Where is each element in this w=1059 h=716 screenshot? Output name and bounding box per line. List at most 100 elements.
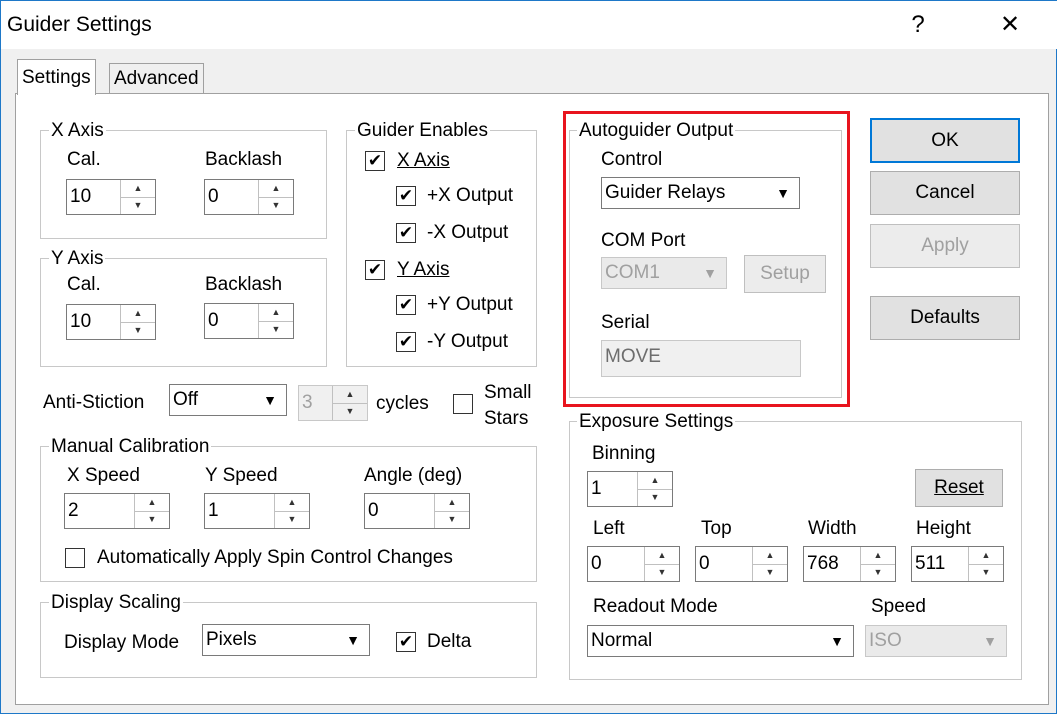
y-speed-spinner[interactable]: 1 ▲ ▼ (204, 493, 310, 529)
small-stars-checkbox[interactable] (453, 394, 473, 414)
anti-stiction-value: Off (173, 389, 198, 410)
width-value: 768 (807, 553, 839, 574)
auto-apply-checkbox[interactable] (65, 548, 85, 568)
manual-calibration-title: Manual Calibration (49, 436, 212, 457)
speed-dropdown: ISO ▼ (865, 625, 1007, 657)
x-axis-checkbox[interactable]: ✔ (365, 151, 385, 171)
spin-down-icon[interactable]: ▼ (275, 511, 309, 528)
x-speed-value: 2 (68, 500, 79, 521)
delta-checkbox[interactable]: ✔ (396, 632, 416, 652)
y-backlash-value: 0 (208, 310, 219, 331)
spin-up-icon[interactable]: ▲ (259, 304, 293, 322)
spin-down-icon[interactable]: ▼ (861, 564, 895, 581)
x-minus-output-checkbox[interactable]: ✔ (396, 223, 416, 243)
spin-down-icon: ▼ (345, 406, 355, 416)
y-axis-checkbox[interactable]: ✔ (365, 260, 385, 280)
height-label: Height (916, 518, 971, 539)
top-spinner[interactable]: 0 ▲ ▼ (695, 546, 788, 582)
spin-down-icon[interactable]: ▼ (121, 197, 155, 214)
spin-down-icon[interactable]: ▼ (638, 489, 672, 506)
x-cal-label: Cal. (67, 149, 101, 170)
y-cal-spinner[interactable]: 10 ▲ ▼ (66, 304, 156, 340)
spin-down-icon[interactable]: ▼ (259, 197, 293, 214)
spin-up-icon[interactable]: ▲ (275, 494, 309, 512)
speed-label: Speed (871, 596, 926, 617)
cycles-label: cycles (376, 393, 429, 414)
spin-up-icon[interactable]: ▲ (969, 547, 1003, 565)
spin-up-icon: ▲ (333, 386, 367, 404)
spin-down-icon[interactable]: ▼ (969, 564, 1003, 581)
tab-settings[interactable]: Settings (17, 59, 96, 95)
exposure-settings-title: Exposure Settings (577, 411, 736, 432)
display-mode-value: Pixels (206, 629, 257, 650)
spin-up-icon[interactable]: ▲ (259, 180, 293, 198)
y-cal-value: 10 (70, 311, 92, 332)
dropdown-arrow-icon[interactable]: ▼ (337, 625, 369, 655)
spin-up-icon[interactable]: ▲ (753, 547, 787, 565)
reset-button[interactable]: Reset (915, 469, 1003, 507)
binning-spinner[interactable]: 1 ▲ ▼ (587, 471, 673, 507)
spin-down-icon[interactable]: ▼ (121, 322, 155, 339)
left-spinner[interactable]: 0 ▲ ▼ (587, 546, 680, 582)
spin-down-icon[interactable]: ▼ (259, 321, 293, 338)
y-speed-label: Y Speed (205, 465, 278, 486)
spin-down-icon[interactable]: ▼ (645, 564, 679, 581)
x-backlash-value: 0 (208, 186, 219, 207)
tab-advanced[interactable]: Advanced (109, 63, 204, 94)
y-backlash-label: Backlash (205, 274, 283, 295)
spin-up-icon[interactable]: ▲ (435, 494, 469, 512)
small-stars-label-line2: Stars (484, 408, 529, 429)
highlight-box (563, 111, 850, 407)
title-bar[interactable]: Guider Settings ? ✕ (1, 1, 1058, 49)
spin-up-icon[interactable]: ▲ (121, 305, 155, 323)
y-backlash-spinner[interactable]: 0 ▲ ▼ (204, 303, 294, 339)
ok-button[interactable]: OK (870, 118, 1020, 163)
height-spinner[interactable]: 511 ▲ ▼ (911, 546, 1004, 582)
spin-down-icon[interactable]: ▼ (435, 511, 469, 528)
apply-button: Apply (870, 224, 1020, 268)
dropdown-arrow-icon[interactable]: ▼ (254, 385, 286, 415)
x-cal-spinner[interactable]: 10 ▲ ▼ (66, 179, 156, 215)
auto-apply-label: Automatically Apply Spin Control Changes (97, 547, 453, 568)
y-plus-output-checkbox[interactable]: ✔ (396, 295, 416, 315)
help-button[interactable]: ? (895, 7, 941, 43)
x-cal-value: 10 (70, 186, 92, 207)
angle-label: Angle (deg) (364, 465, 463, 486)
window-title: Guider Settings (7, 13, 152, 36)
x-speed-spinner[interactable]: 2 ▲ ▼ (64, 493, 170, 529)
binning-value: 1 (591, 478, 602, 499)
width-spinner[interactable]: 768 ▲ ▼ (803, 546, 896, 582)
defaults-button[interactable]: Defaults (870, 296, 1020, 340)
y-minus-output-checkbox[interactable]: ✔ (396, 332, 416, 352)
spin-down-icon[interactable]: ▼ (753, 564, 787, 581)
display-mode-dropdown[interactable]: Pixels ▼ (202, 624, 370, 656)
small-stars-label-line1: Small (484, 382, 532, 403)
y-speed-value: 1 (208, 500, 219, 521)
x-backlash-spinner[interactable]: 0 ▲ ▼ (204, 179, 294, 215)
spin-up-icon[interactable]: ▲ (645, 547, 679, 565)
width-label: Width (808, 518, 857, 539)
anti-stiction-dropdown[interactable]: Off ▼ (169, 384, 287, 416)
spin-up-icon[interactable]: ▲ (135, 494, 169, 512)
readout-mode-value: Normal (591, 630, 653, 651)
dropdown-arrow-icon[interactable]: ▼ (821, 626, 853, 656)
y-plus-output-label: +Y Output (427, 294, 513, 315)
angle-spinner[interactable]: 0 ▲ ▼ (364, 493, 470, 529)
x-plus-output-checkbox[interactable]: ✔ (396, 186, 416, 206)
cycles-value: 3 (302, 392, 313, 413)
x-axis-enable-label: X Axis (397, 150, 450, 171)
guider-enables-title: Guider Enables (355, 120, 490, 141)
close-button[interactable]: ✕ (987, 7, 1033, 43)
cancel-button[interactable]: Cancel (870, 171, 1020, 215)
x-plus-output-label: +X Output (427, 185, 514, 206)
display-scaling-title: Display Scaling (49, 592, 183, 613)
anti-stiction-label: Anti-Stiction (43, 392, 145, 413)
x-axis-group-title: X Axis (49, 120, 106, 141)
spin-up-icon[interactable]: ▲ (638, 472, 672, 490)
spin-down-icon[interactable]: ▼ (135, 511, 169, 528)
spin-up-icon[interactable]: ▲ (861, 547, 895, 565)
height-value: 511 (915, 553, 946, 574)
spin-up-icon[interactable]: ▲ (121, 180, 155, 198)
binning-label: Binning (592, 443, 656, 464)
readout-mode-dropdown[interactable]: Normal ▼ (587, 625, 854, 657)
